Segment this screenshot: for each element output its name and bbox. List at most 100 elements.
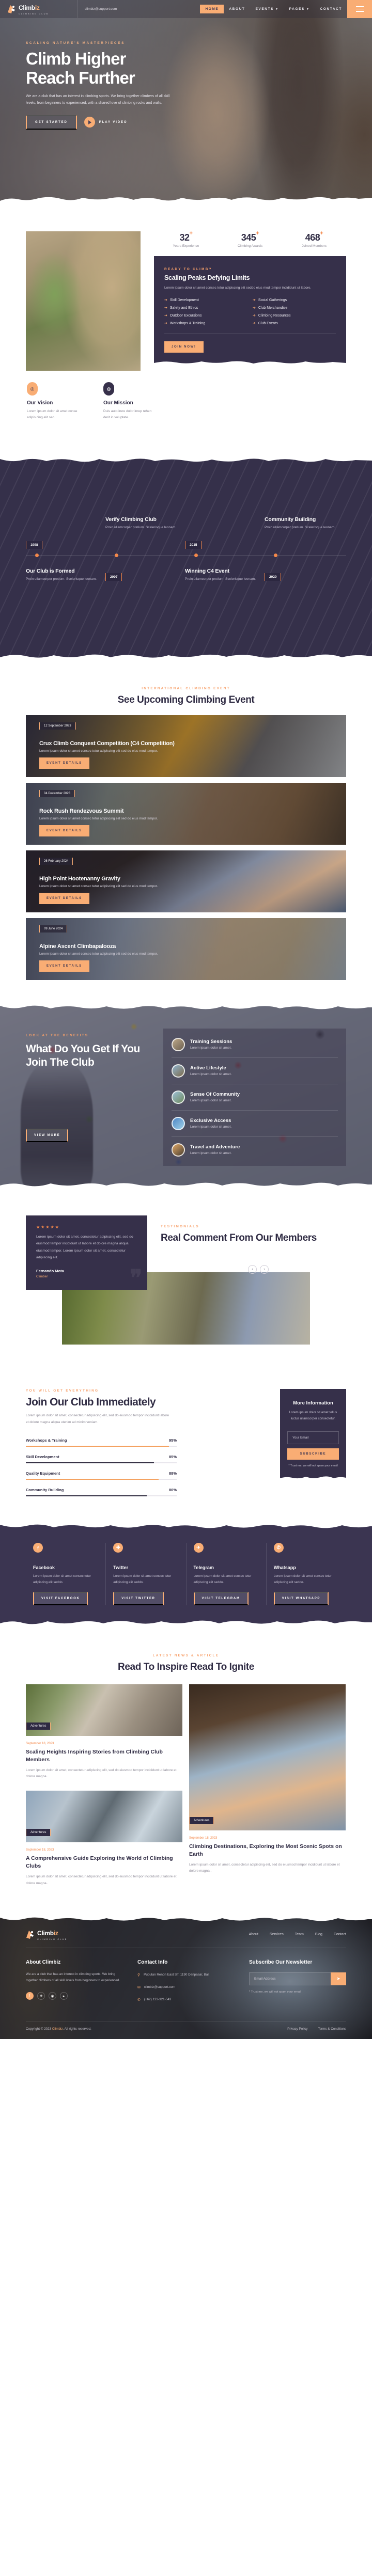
benefit-item[interactable]: Training Sessions Lorem ipsum dolor sit …	[172, 1032, 338, 1058]
skill-value: 80%	[168, 1488, 177, 1493]
menu-icon[interactable]	[347, 0, 372, 18]
visit-twitter-button[interactable]: VISIT TWITTER	[113, 1591, 164, 1605]
instagram-icon[interactable]: ◉	[49, 1992, 56, 2000]
social-card-whatsapp: ✆ Whatsapp Lorem ipsum dolor sit amet co…	[267, 1543, 346, 1605]
timeline-dot	[274, 553, 277, 557]
event-card[interactable]: 09 June 2024 Alpine Ascent Climbapalooza…	[26, 918, 346, 980]
benefit-avatar	[172, 1116, 185, 1130]
timeline-track: 1998 Our Club is Formed Proin ullamcorpe…	[26, 483, 346, 628]
timeline-item: 1998	[26, 539, 98, 549]
footer-nav-blog[interactable]: Blog	[315, 1933, 322, 1936]
play-video-button[interactable]: PLAY VIDEO	[84, 117, 128, 128]
hero-paragraph: We are a club that has an interest in cl…	[26, 94, 170, 105]
join-now-button[interactable]: JOIN NOW!	[164, 341, 204, 353]
arrow-right-icon: ➔	[164, 306, 167, 310]
timeline-year: 1998	[26, 541, 43, 549]
event-card[interactable]: 12 September 2023 Crux Climb Conquest Co…	[26, 715, 346, 777]
footer-nav-team[interactable]: Team	[295, 1933, 304, 1936]
timeline-text: Proin ullamcorper pretium. Scelerisque l…	[265, 525, 335, 529]
carousel-next-button[interactable]: ›	[260, 1265, 269, 1274]
feature-item: ➔ Outdoor Excursions	[164, 313, 202, 318]
benefit-item[interactable]: Sense Of Community Lorem ipsum dolor sit…	[172, 1084, 338, 1111]
terms-conditions-link[interactable]: Terms & Conditions	[318, 2027, 346, 2031]
footer-nav-about[interactable]: About	[249, 1933, 258, 1936]
get-started-button[interactable]: GET STARTED	[26, 115, 77, 130]
stat-label: Joined Members	[301, 244, 327, 248]
footer-nav-contact[interactable]: Contact	[334, 1933, 346, 1936]
subscribe-button[interactable]: SUBSCRIBE	[287, 1448, 339, 1460]
footer-email[interactable]: ✉ climbiz@support.com	[137, 1985, 235, 1990]
blog-post[interactable]: Adventures September 18, 2023 Scaling He…	[26, 1684, 182, 1780]
stat-item: 468+ Joined Members	[282, 230, 346, 248]
event-details-button[interactable]: EVENT DETAILS	[39, 960, 89, 972]
climber-logo-icon	[26, 1930, 35, 1939]
privacy-policy-link[interactable]: Privacy Policy	[287, 2027, 307, 2031]
header-email[interactable]: climbiz@support.com	[78, 0, 125, 18]
feature-item: ➔ Workshops & Training	[164, 321, 206, 326]
site-header: Climbiz CLIMBING CLUB climbiz@support.co…	[0, 0, 372, 18]
twitter-icon[interactable]: ✚	[37, 1992, 45, 2000]
blog-post[interactable]: Adventures September 18, 2023 A Comprehe…	[26, 1790, 182, 1887]
carousel-prev-button[interactable]: ‹	[248, 1265, 257, 1274]
send-icon[interactable]: ➤	[331, 1972, 346, 1985]
stats-row: 32+ Years Experience 345+ Climbing Award…	[154, 230, 346, 256]
nav-item-home[interactable]: HOME	[200, 5, 224, 13]
nav-item-events[interactable]: EVENTS ▼	[250, 5, 284, 13]
social-text: Lorem ipsum dolor sit amet consec tetur …	[273, 1574, 332, 1585]
youtube-icon[interactable]: ▸	[60, 1992, 68, 2000]
event-card[interactable]: 26 February 2024 High Point Hootenanny G…	[26, 850, 346, 912]
benefit-item[interactable]: Exclusive Access Lorem ipsum dolor sit a…	[172, 1111, 338, 1137]
envelope-icon: ✉	[137, 1986, 141, 1990]
telegram-icon: ✈	[193, 1543, 204, 1553]
newsletter-email-input[interactable]	[249, 1972, 331, 1985]
hero-actions: GET STARTED PLAY VIDEO	[26, 115, 222, 130]
event-date: 09 June 2024	[39, 925, 68, 933]
skill-bar: Community Building 80%	[26, 1488, 177, 1497]
about-card-paragraph: Lorem ipsum dolor sit amet consec tetur …	[164, 286, 312, 290]
visit-telegram-button[interactable]: VISIT TELEGRAM	[193, 1591, 249, 1605]
blog-category-badge: Adventures	[26, 1828, 51, 1836]
visit-facebook-button[interactable]: VISIT FACEBOOK	[33, 1591, 88, 1605]
testimonials-heading: TESTIMONIALS Real Comment From Our Membe…	[147, 1215, 346, 1244]
blog-header: LATEST NEWS & ARTICLE Read To Inspire Re…	[26, 1654, 346, 1673]
event-card[interactable]: 04 December 2023 Rock Rush Rendezvous Su…	[26, 782, 346, 845]
logo[interactable]: Climbiz CLIMBING CLUB	[0, 0, 78, 18]
benefit-item[interactable]: Active Lifestyle Lorem ipsum dolor sit a…	[172, 1058, 338, 1084]
benefit-item[interactable]: Travel and Adventure Lorem ipsum dolor s…	[172, 1137, 338, 1163]
event-details-button[interactable]: EVENT DETAILS	[39, 892, 89, 904]
facebook-icon[interactable]: f	[26, 1992, 34, 2000]
social-card-telegram: ✈ Telegram Lorem ipsum dolor sit amet co…	[187, 1543, 267, 1605]
facebook-icon: f	[33, 1543, 43, 1553]
mission-block: ◍ Our Mission Duis auto irure dolor inre…	[103, 382, 155, 421]
logo-name: Climbiz	[37, 1929, 58, 1937]
blog-post-title: A Comprehensive Guide Exploring the Worl…	[26, 1855, 173, 1870]
skill-bar: Quality Equipment 88%	[26, 1471, 177, 1480]
timeline-item: 2020	[265, 571, 337, 581]
nav-item-about[interactable]: ABOUT	[224, 5, 250, 13]
events-header: INTERNATIONAL CLIMBING EVENT See Upcomin…	[26, 687, 346, 706]
footer-legal-links: Privacy Policy Terms & Conditions	[287, 2027, 346, 2031]
benefit-title: Travel and Adventure	[190, 1144, 240, 1150]
feature-item: ➔ Club Events	[253, 321, 278, 326]
blog-date: September 18, 2023	[189, 1836, 218, 1840]
footer-nav-services[interactable]: Services	[270, 1933, 284, 1936]
logo-tagline: CLIMBING CLUB	[37, 1937, 68, 1940]
timeline-year: 2015	[185, 541, 202, 549]
nav-item-pages[interactable]: PAGES ▼	[284, 5, 315, 13]
skill-bar: Workshops & Training 95%	[26, 1438, 177, 1447]
email-input[interactable]	[287, 1431, 339, 1444]
footer-logo[interactable]: Climbiz CLIMBING CLUB	[26, 1929, 67, 1940]
event-details-button[interactable]: EVENT DETAILS	[39, 825, 89, 836]
visit-whatsapp-button[interactable]: VISIT WHATSAPP	[273, 1591, 329, 1605]
footer-phone[interactable]: ✆ (+62) 123-321-543	[137, 1997, 235, 2003]
blog-post-featured[interactable]: Adventures September 18, 2023 Climbing D…	[189, 1684, 346, 1875]
timeline-text: Proin ullamcorper pretium. Scelerisque l…	[185, 577, 256, 581]
blog-thumbnail: Adventures	[26, 1790, 182, 1842]
timeline-year: 2007	[105, 573, 122, 581]
nav-item-contact[interactable]: CONTACT	[315, 5, 348, 13]
event-details-button[interactable]: EVENT DETAILS	[39, 757, 89, 769]
view-more-button[interactable]: VIEW MORE	[26, 1129, 69, 1143]
skill-label: Quality Equipment	[26, 1471, 60, 1476]
social-title: Whatsapp	[273, 1565, 296, 1571]
join-title: Join Our Club Immediately	[26, 1396, 156, 1409]
